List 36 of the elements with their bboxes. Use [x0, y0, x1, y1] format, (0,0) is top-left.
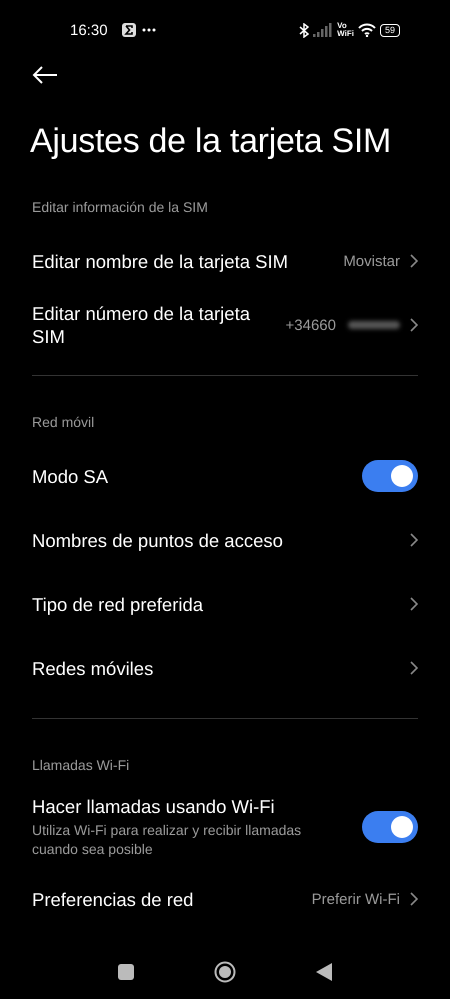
section-header: Llamadas Wi-Fi — [31, 756, 130, 775]
setting-label[interactable]: Redes móviles — [32, 656, 400, 680]
setting-value: Movistar — [343, 252, 400, 270]
back-icon[interactable] — [32, 66, 58, 84]
setting-value: Preferir Wi-Fi — [312, 890, 400, 908]
chevron-icon — [410, 254, 418, 268]
setting-label[interactable]: Tipo de red preferida — [32, 592, 400, 616]
setting-description: Utiliza Wi-Fi para realizar y recibir llamadas cuando sea posible — [32, 821, 302, 859]
section-header: Editar información de la SIM — [31, 198, 209, 217]
bluetooth-icon — [299, 22, 310, 38]
setting-label[interactable]: Hacer llamadas usando Wi-Fi — [32, 795, 352, 818]
chevron-icon — [410, 318, 418, 332]
setting-value: +34660 — [286, 316, 336, 334]
setting-label[interactable]: Editar número de la tarjeta SIM — [32, 302, 276, 348]
setting-label[interactable]: Preferencias de red — [32, 888, 302, 910]
home-icon[interactable] — [214, 961, 236, 983]
recents-icon[interactable] — [118, 964, 134, 980]
more-icon — [142, 28, 156, 32]
toggle-switch[interactable] — [362, 460, 418, 492]
setting-label[interactable]: Modo SA — [32, 464, 352, 488]
setting-label[interactable]: Editar nombre de la tarjeta SIM — [32, 250, 334, 272]
section-header: Red móvil — [31, 413, 96, 432]
setting-label[interactable]: Nombres de puntos de acceso — [32, 528, 400, 552]
wifi-icon — [358, 23, 376, 37]
signal-icon — [313, 23, 334, 37]
vowifi-label: Vo WiFi — [337, 22, 354, 38]
chevron-icon — [410, 533, 418, 547]
chevron-icon — [410, 892, 418, 906]
battery-level: 59 — [380, 24, 400, 36]
page-title: Ajustes de la tarjeta SIM — [30, 122, 392, 161]
status-time: 16:30 — [70, 22, 108, 38]
back-nav-icon[interactable] — [316, 963, 332, 981]
chevron-icon — [410, 597, 418, 611]
sigma-icon — [122, 23, 136, 37]
toggle-switch[interactable] — [362, 811, 418, 843]
chevron-icon — [410, 661, 418, 675]
